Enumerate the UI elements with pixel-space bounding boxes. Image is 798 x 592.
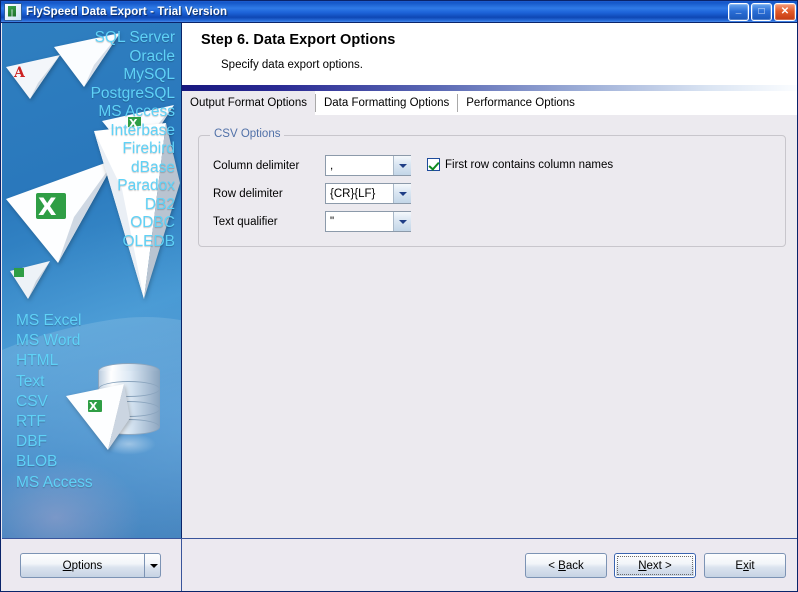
sidebar-list-item: Firebird: [122, 140, 175, 157]
close-icon: ✕: [780, 6, 790, 17]
sidebar-list-item: HTML: [16, 352, 59, 370]
focus-rectangle: [617, 556, 693, 575]
sidebar-list-item: Oracle: [129, 47, 175, 65]
row-delimiter-combo[interactable]: {CR}{LF}: [325, 183, 411, 204]
chevron-down-icon[interactable]: [393, 156, 411, 175]
text-qualifier-label: Text qualifier: [213, 216, 278, 228]
sidebar-target-list: MS Excel MS Word HTML Text CSV RTF DBF BLOB MS A…: [16, 311, 93, 493]
minimize-button[interactable]: _: [728, 3, 749, 21]
column-delimiter-label: Column delimiter: [213, 160, 300, 172]
next-button[interactable]: Next >: [614, 553, 696, 578]
window-controls: _ □ ✕: [728, 3, 796, 21]
sidebar-list-item: CSV: [16, 392, 48, 410]
tab-output-format-options[interactable]: Output Format Options: [182, 91, 315, 115]
tab-label: Data Formatting Options: [323, 97, 450, 109]
svg-text:X: X: [38, 193, 57, 221]
sidebar-list-item: dBase: [131, 158, 175, 176]
back-button-label: < Back: [548, 559, 584, 572]
page-title: Step 6. Data Export Options: [201, 32, 396, 48]
window-title: FlySpeed Data Export - Trial Version: [26, 5, 228, 18]
back-button[interactable]: < Back: [525, 553, 607, 578]
sidebar-list-item: SQL Server: [94, 29, 175, 46]
options-split-button[interactable]: Options: [20, 553, 161, 578]
sidebar-list-item: DB2: [144, 195, 175, 213]
sidebar-source-list: SQL Server Oracle MySQL PostgreSQL MS Access…: [91, 29, 175, 251]
tab-bar: Output Format Options Data Formatting Op…: [182, 91, 797, 115]
tab-label: Performance Options: [466, 97, 575, 109]
maximize-icon: □: [758, 6, 765, 17]
exit-button[interactable]: Exit: [704, 553, 786, 578]
first-row-column-names-checkbox[interactable]: First row contains column names: [427, 158, 613, 171]
sidebar-list-item: MS Excel: [16, 312, 82, 329]
tab-page-output-format-options: CSV Options Column delimiter , Row delim…: [182, 115, 797, 538]
tab-data-formatting-options[interactable]: Data Formatting Options: [315, 91, 458, 115]
minimize-icon: _: [735, 4, 742, 15]
exit-button-label: Exit: [735, 559, 755, 572]
sidebar-list-item: BLOB: [16, 453, 58, 471]
options-dropdown-arrow-icon[interactable]: [144, 553, 161, 578]
app-icon: [4, 2, 22, 21]
sidebar-list-item: ODBC: [130, 214, 175, 231]
text-qualifier-combo[interactable]: ": [325, 211, 411, 232]
row-delimiter-label: Row delimiter: [213, 188, 283, 200]
sidebar-list-item: DBF: [16, 433, 47, 451]
column-delimiter-combo[interactable]: ,: [325, 155, 411, 176]
sidebar-banner: A X X SQL Server Oracle MySQL PostgreSQL…: [2, 23, 182, 538]
chevron-down-icon[interactable]: [393, 212, 411, 231]
main-panel: Step 6. Data Export Options Specify data…: [182, 23, 797, 538]
title-bar: FlySpeed Data Export - Trial Version _ □…: [1, 1, 797, 23]
tab-label: Output Format Options: [190, 97, 307, 109]
sidebar-list-item: Paradox: [117, 177, 175, 194]
sidebar-list-item: RTF: [16, 413, 46, 431]
sidebar-list-item: Interbase: [110, 121, 175, 139]
sidebar-list-item: MS Access: [16, 473, 93, 491]
row-delimiter-value: {CR}{LF}: [330, 187, 376, 200]
sidebar-list-item: MS Access: [98, 103, 175, 120]
svg-text:A: A: [13, 65, 26, 81]
page-subtitle: Specify data export options.: [221, 59, 363, 71]
maximize-button[interactable]: □: [751, 3, 772, 21]
column-delimiter-value: ,: [330, 159, 334, 172]
text-qualifier-value: ": [330, 215, 335, 228]
csv-options-caption: CSV Options: [210, 128, 285, 140]
options-button-label: Options: [62, 559, 103, 572]
sidebar-list-item: Text: [16, 372, 45, 390]
sidebar-list-item: MS Word: [16, 332, 81, 350]
close-button[interactable]: ✕: [774, 3, 796, 21]
csv-options-group: CSV Options Column delimiter , Row delim…: [198, 128, 786, 247]
chevron-down-icon[interactable]: [393, 184, 411, 203]
application-window: FlySpeed Data Export - Trial Version _ □…: [0, 0, 798, 592]
paper-plane-icon: [10, 261, 50, 299]
options-button[interactable]: Options: [20, 553, 144, 578]
sidebar-list-item: PostgreSQL: [90, 84, 175, 102]
footer-bar: Options < Back Next > Exit: [2, 538, 797, 591]
sidebar-list-item: OLEDB: [122, 232, 175, 250]
first-row-column-names-label: First row contains column names: [445, 158, 614, 171]
tab-performance-options[interactable]: Performance Options: [458, 91, 583, 115]
sidebar-list-item: MySQL: [123, 66, 175, 83]
checkmark-icon: [427, 158, 440, 171]
